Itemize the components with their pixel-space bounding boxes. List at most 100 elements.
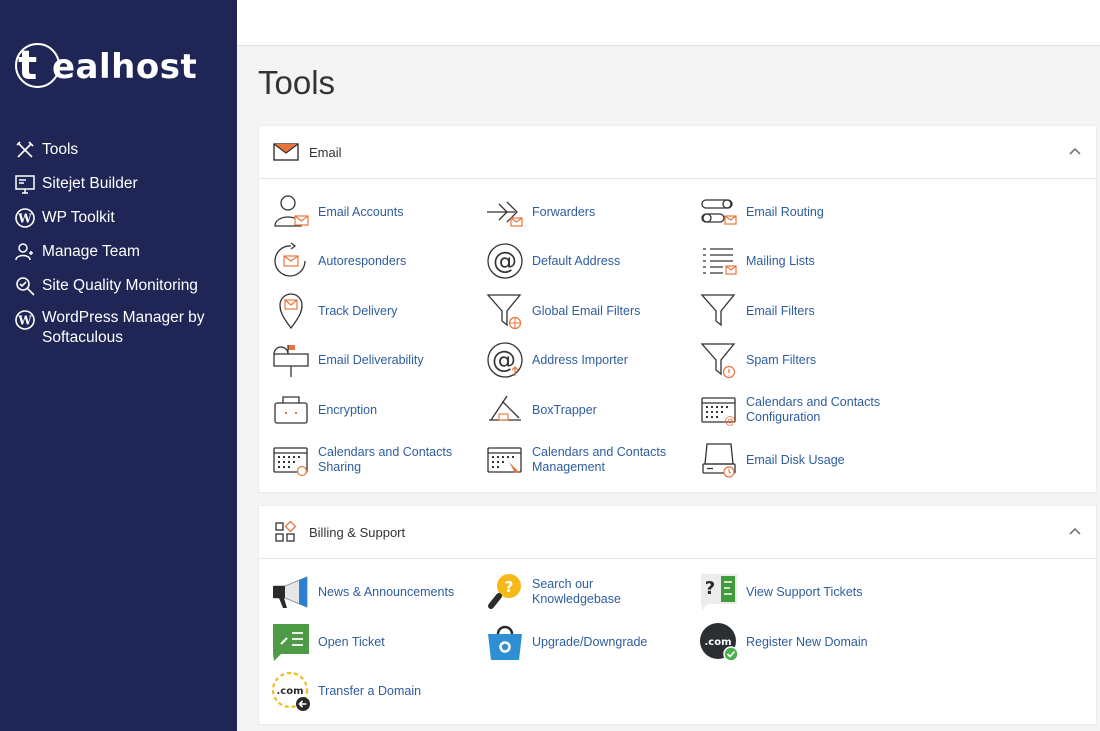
calendar-sharing-icon [273,447,308,477]
svg-text:@: @ [493,247,517,275]
sidebar-item-sitejet[interactable]: Sitejet Builder [0,172,237,206]
sidebar-item-manage-team[interactable]: Manage Team [0,240,237,274]
tool-label: Track Delivery [318,303,398,318]
tool-email-disk-usage[interactable]: Email Disk Usage [699,440,896,480]
tool-label: View Support Tickets [746,584,863,599]
tool-label: Default Address [532,253,621,268]
svg-text:.com: .com [276,686,303,697]
sidebar-item-label: Site Quality Monitoring [42,277,198,294]
sidebar-item-wp-toolkit[interactable]: W WP Toolkit [0,206,237,240]
filter-icon [700,294,736,327]
sidebar-item-label: Manage Team [42,243,140,260]
tool-mailing-lists[interactable]: Mailing Lists [699,241,896,281]
forward-arrows-icon [487,201,523,227]
tool-boxtrapper[interactable]: BoxTrapper [485,390,682,430]
tool-label: Email Accounts [318,204,404,219]
dotcom-text: .com [704,637,731,648]
tool-track-delivery[interactable]: Track Delivery [271,291,468,331]
tool-email-accounts[interactable]: Email Accounts [271,192,468,232]
at-import-icon: @ [487,342,523,378]
disk-usage-icon [702,443,736,478]
tool-transfer-domain[interactable]: .com Transfer a Domain [271,671,468,711]
tool-label: Forwarders [532,204,596,219]
tool-calendars-contacts-config[interactable]: @ Calendars and Contacts Configuration [699,390,896,430]
tool-calendars-contacts-sharing[interactable]: Calendars and Contacts Sharing [271,440,468,480]
tool-label: Calendars and Contacts Configuration [746,395,881,424]
megaphone-icon [273,576,308,608]
autoresponder-icon [274,242,306,277]
tool-email-routing[interactable]: Email Routing [699,192,896,232]
chevron-up-icon[interactable] [1068,144,1082,158]
routing-icon [701,199,737,225]
tool-label: Register New Domain [746,634,868,649]
svg-text:?: ? [505,578,514,596]
monitor-icon [15,175,35,194]
calendar-management-icon [487,447,522,473]
calendar-config-icon: @ [701,397,736,427]
at-sign-icon: @ [487,243,523,279]
filter-globe-icon [486,294,522,330]
sidebar-item-label: Sitejet Builder [42,175,138,192]
tool-label: Open Ticket [318,634,385,649]
tool-label: Encryption [318,402,378,417]
spam-filter-icon [700,343,736,379]
tool-address-importer[interactable]: @ Address Importer [485,340,682,380]
svg-text:W: W [17,314,32,328]
sidebar-item-wordpress-manager[interactable]: W WordPress Manager by Softaculous [0,308,237,352]
tool-news-announcements[interactable]: News & Announcements [271,572,468,612]
tool-label: Email Filters [746,303,815,318]
location-pin-icon [279,293,303,330]
tool-label: Mailing Lists [746,253,815,268]
tool-label: News & Announcements [318,584,455,599]
tool-label: Upgrade/Downgrade [532,634,648,649]
sidebar-item-site-quality[interactable]: Site Quality Monitoring [0,274,237,308]
svg-text:?: ? [705,578,715,599]
mailbox-icon [273,345,309,377]
tool-global-email-filters[interactable]: Global Email Filters [485,291,682,331]
list-icon [703,248,737,275]
tool-label: BoxTrapper [532,402,597,417]
grid-icon [275,521,297,542]
tool-register-new-domain[interactable]: .com Register New Domain [699,622,896,662]
top-bar [237,0,1100,46]
user-mail-icon [274,195,309,227]
tool-upgrade-downgrade[interactable]: Upgrade/Downgrade [485,622,682,662]
tool-autoresponders[interactable]: Autoresponders [271,241,468,281]
sidebar-nav: Tools Sitejet Builder W WP Toolkit Manag… [0,138,237,352]
tool-label: Search our Knowledgebase [532,577,621,606]
tool-email-deliverability[interactable]: Email Deliverability [271,340,468,380]
tool-email-filters[interactable]: Email Filters [699,291,896,331]
domain-transfer-icon: .com [271,671,310,711]
panel-title: Billing & Support [309,524,406,540]
tool-spam-filters[interactable]: Spam Filters [699,340,896,380]
email-panel-header[interactable]: Email [259,126,1096,179]
svg-text:W: W [17,212,32,226]
tool-label: Address Importer [532,352,628,367]
tool-open-ticket[interactable]: Open Ticket [271,622,468,662]
wordpress-icon: W [15,208,35,228]
magnifier-icon [16,277,35,296]
support-tickets-icon: ? [701,574,737,610]
tool-forwarders[interactable]: Forwarders [485,192,682,232]
tool-label: Calendars and Contacts Sharing [318,445,453,474]
billing-panel-header[interactable]: Billing & Support [259,506,1096,559]
sidebar-item-tools[interactable]: Tools [0,138,237,172]
tool-view-support-tickets[interactable]: ? View Support Tickets [699,572,896,612]
tool-label: Email Routing [746,204,824,219]
page-title: Tools [258,64,336,101]
chevron-up-icon[interactable] [1068,524,1082,538]
tool-default-address[interactable]: @ Default Address [485,241,682,281]
sidebar-item-label: Tools [42,141,79,158]
svg-text:@: @ [725,414,736,427]
tool-calendars-contacts-management[interactable]: Calendars and Contacts Management [485,440,682,480]
sidebar-item-label: WP Toolkit [42,209,115,226]
panel-title: Email [309,144,342,160]
envelope-icon [273,143,299,161]
tool-search-knowledgebase[interactable]: ? Search our Knowledgebase [485,572,682,612]
tool-encryption[interactable]: Encryption [271,390,468,430]
tool-label: Calendars and Contacts Management [532,445,667,474]
tool-label: Transfer a Domain [318,683,422,698]
encryption-icon [274,396,308,424]
logo-letter: t [18,43,38,89]
open-ticket-icon [273,624,309,661]
